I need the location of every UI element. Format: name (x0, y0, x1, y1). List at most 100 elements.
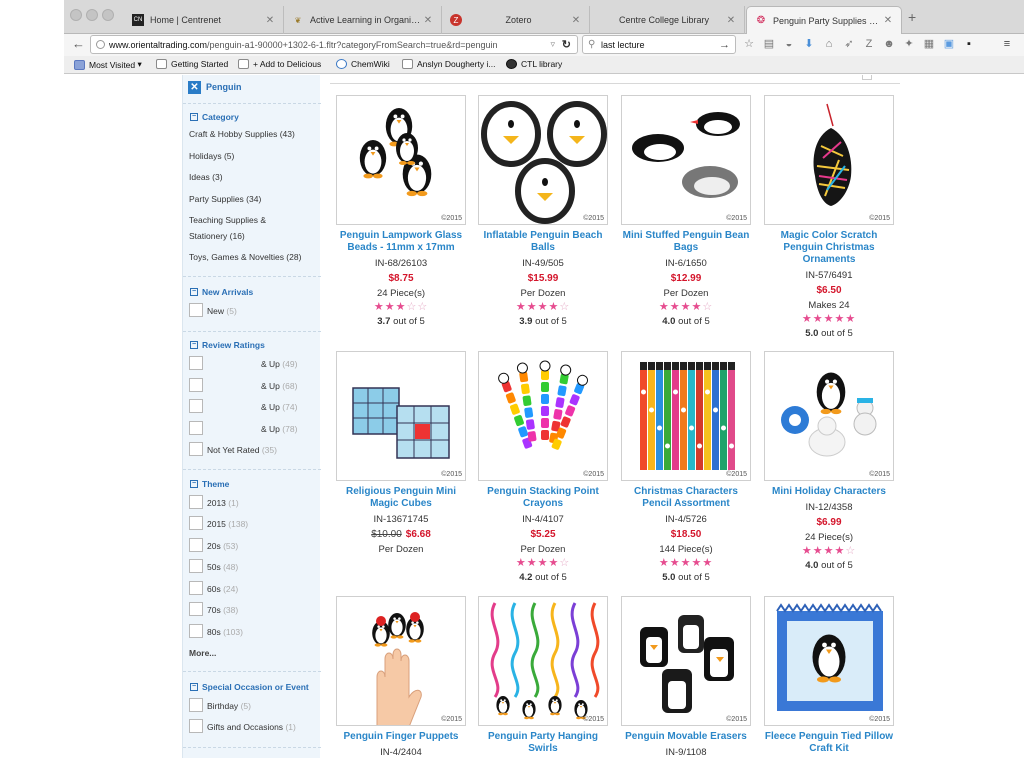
active-filter-tag[interactable]: Penguin (206, 82, 242, 92)
rating-checkbox[interactable] (189, 421, 203, 435)
occasion-checkbox[interactable] (189, 698, 203, 712)
product-name-link[interactable]: Penguin Finger Puppets (336, 731, 466, 743)
new-checkbox[interactable] (189, 303, 203, 317)
screenshot-icon[interactable]: ▣ (942, 37, 956, 51)
collapse-icon[interactable]: − (190, 683, 198, 691)
menu-icon[interactable]: ≡ (1000, 37, 1014, 51)
occasion-checkbox[interactable] (189, 719, 203, 733)
close-icon[interactable]: ✕ (421, 15, 435, 26)
view-toggle-icon[interactable] (862, 75, 872, 80)
tab-zotero[interactable]: Z Zotero ✕ (442, 6, 590, 34)
category-link[interactable]: Teaching Supplies & (189, 212, 266, 228)
product-name-link[interactable]: Penguin Lampwork Glass Beads - 11mm x 17… (336, 230, 466, 254)
product-name-link[interactable]: Fleece Penguin Tied Pillow Craft Kit (764, 731, 894, 755)
theme-checkbox[interactable] (189, 516, 203, 530)
product-name-link[interactable]: Magic Color Scratch Penguin Christmas Or… (764, 230, 894, 266)
remove-filter-icon[interactable]: ✕ (188, 81, 201, 94)
close-icon[interactable]: ✕ (263, 15, 277, 26)
product-card[interactable]: ©2015 Christmas Characters Pencil Assort… (621, 351, 751, 583)
zotero-toolbar-icon[interactable]: Z (862, 37, 876, 51)
review-ratings-section-title[interactable]: − Review Ratings (190, 340, 265, 350)
bookmark-ctl-library[interactable]: CTL library (506, 59, 562, 69)
bookmark-getting-started[interactable]: Getting Started (156, 59, 228, 69)
reload-icon[interactable]: ↻ (562, 38, 571, 51)
product-card[interactable]: ©2015 Penguin Finger Puppets IN-4/2404 (336, 596, 466, 758)
occasion-section-title[interactable]: − Special Occasion or Event (190, 682, 309, 692)
product-image[interactable]: ©2015 (478, 351, 608, 481)
puzzle-icon[interactable]: ✦ (902, 37, 916, 51)
theme-checkbox[interactable] (189, 581, 203, 595)
reading-list-icon[interactable]: ▤ (762, 37, 776, 51)
product-name-link[interactable]: Christmas Characters Pencil Assortment (621, 486, 751, 510)
close-icon[interactable]: ✕ (724, 15, 738, 26)
bookmark-star-icon[interactable]: ☆ (742, 37, 756, 51)
collapse-icon[interactable]: − (190, 288, 198, 296)
product-image[interactable]: ©2015 (621, 351, 751, 481)
tab-active-learning[interactable]: ❦ Active Learning in Organic ... ✕ (284, 6, 442, 34)
product-image[interactable]: ©2015 (764, 596, 894, 726)
product-card[interactable]: ©2015 Inflatable Penguin Beach Balls IN-4… (478, 95, 608, 327)
product-image[interactable]: ©2015 (336, 95, 466, 225)
send-icon[interactable]: ➶ (842, 37, 856, 51)
window-close-button[interactable] (70, 9, 82, 21)
product-image[interactable]: ©2015 (336, 596, 466, 726)
category-link[interactable]: Toys, Games & Novelties (28) (189, 249, 301, 265)
theme-checkbox[interactable] (189, 495, 203, 509)
product-name-link[interactable]: Penguin Stacking Point Crayons (478, 486, 608, 510)
product-card[interactable]: ©2015 Fleece Penguin Tied Pillow Craft K… (764, 596, 894, 755)
category-link[interactable]: Holidays (5) (189, 148, 234, 164)
window-zoom-button[interactable] (102, 9, 114, 21)
bookmark-anslyn[interactable]: Anslyn Dougherty i... (402, 59, 495, 69)
home-icon[interactable]: ⌂ (822, 37, 836, 51)
product-image[interactable]: ©2015 (478, 596, 608, 726)
not-rated-checkbox[interactable] (189, 442, 203, 456)
product-card[interactable]: ©2015 Penguin Stacking Point Crayons IN-4… (478, 351, 608, 583)
product-card[interactable]: ©2015 Religious Penguin Mini Magic Cubes… (336, 351, 466, 555)
product-image[interactable]: ©2015 (764, 351, 894, 481)
pdf-icon[interactable]: ▦ (922, 37, 936, 51)
theme-checkbox[interactable] (189, 624, 203, 638)
product-card[interactable]: ©2015 Penguin Party Hanging Swirls (478, 596, 608, 755)
category-link[interactable]: Party Supplies (34) (189, 191, 261, 207)
collapse-icon[interactable]: − (190, 113, 198, 121)
rating-stars[interactable]: ★★★★☆ (478, 558, 608, 569)
product-image[interactable]: ©2015 (621, 596, 751, 726)
product-card[interactable]: ©2015 Mini Holiday Characters IN-12/4358 $… (764, 351, 894, 571)
tab-centre-library[interactable]: Centre College Library ✕ (590, 6, 745, 34)
product-card[interactable]: ©2015 Penguin Lampwork Glass Beads - 11m… (336, 95, 466, 327)
go-arrow-icon[interactable]: → (719, 39, 730, 51)
theme-checkbox[interactable] (189, 538, 203, 552)
window-minimize-button[interactable] (86, 9, 98, 21)
product-name-link[interactable]: Penguin Party Hanging Swirls (478, 731, 608, 755)
chat-icon[interactable]: ☻ (882, 37, 896, 51)
new-tab-icon[interactable]: + (908, 9, 916, 25)
product-name-link[interactable]: Mini Holiday Characters (764, 486, 894, 498)
product-image[interactable]: ©2015 (621, 95, 751, 225)
product-image[interactable]: ©2015 (764, 95, 894, 225)
new-arrivals-section-title[interactable]: − New Arrivals (190, 287, 253, 297)
rating-stars[interactable]: ★★★★☆ (621, 302, 751, 313)
rating-stars[interactable]: ★★★★★ (621, 558, 751, 569)
url-bar[interactable]: www.orientaltrading.com/penguin-a1-90000… (90, 35, 578, 54)
product-name-link[interactable]: Penguin Movable Erasers (621, 731, 751, 743)
product-name-link[interactable]: Religious Penguin Mini Magic Cubes (336, 486, 466, 510)
collapse-icon[interactable]: − (190, 480, 198, 488)
close-icon[interactable]: ✕ (881, 15, 895, 26)
close-icon[interactable]: ✕ (569, 15, 583, 26)
rating-checkbox[interactable] (189, 378, 203, 392)
theme-checkbox[interactable] (189, 559, 203, 573)
rating-stars[interactable]: ★★★☆☆ (336, 302, 466, 313)
product-card[interactable]: ©2015 Magic Color Scratch Penguin Christ… (764, 95, 894, 339)
rating-stars[interactable]: ★★★★☆ (478, 302, 608, 313)
category-link[interactable]: Craft & Hobby Supplies (43) (189, 126, 295, 142)
bookmark-most-visited[interactable]: Most Visited ▾ (74, 59, 142, 70)
bookmark-chemwiki[interactable]: ChemWiki (336, 59, 390, 69)
search-bar[interactable]: ⚲ last lecture → (582, 35, 736, 54)
category-link[interactable]: Ideas (3) (189, 169, 223, 185)
category-section-title[interactable]: − Category (190, 112, 239, 122)
product-name-link[interactable]: Inflatable Penguin Beach Balls (478, 230, 608, 254)
pocket-icon[interactable]: ◒ (782, 37, 796, 51)
theme-checkbox[interactable] (189, 602, 203, 616)
category-link-continued[interactable]: Stationery (16) (189, 228, 245, 244)
theme-section-title[interactable]: − Theme (190, 479, 229, 489)
